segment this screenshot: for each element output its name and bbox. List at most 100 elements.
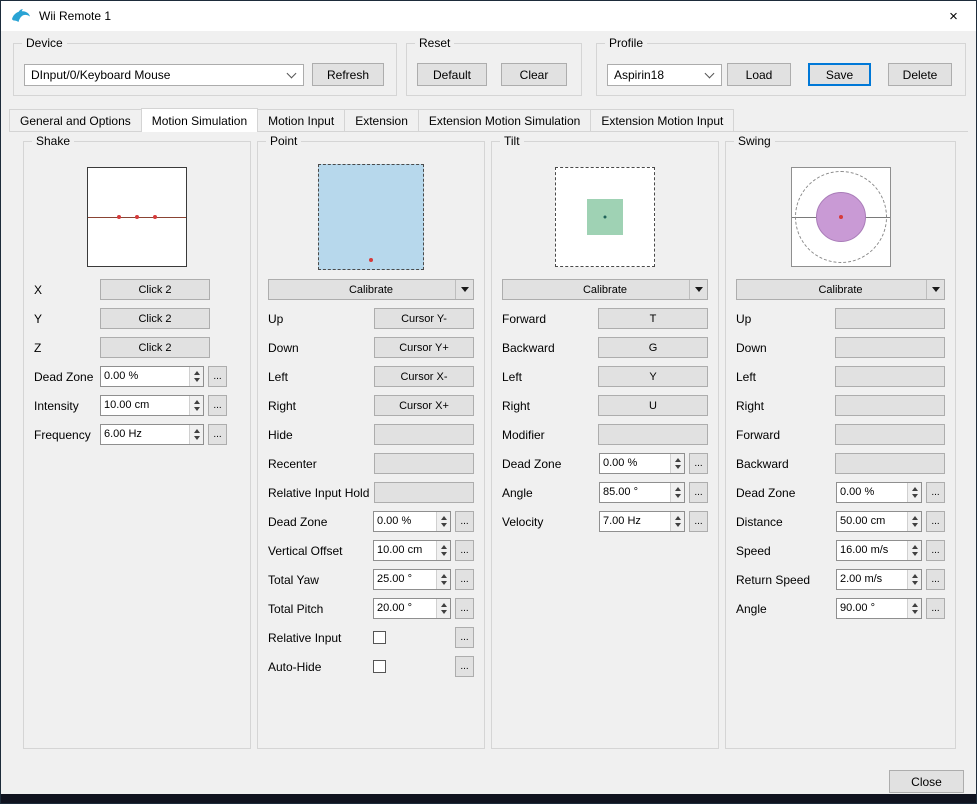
tab-extension-motion-input[interactable]: Extension Motion Input <box>590 109 735 132</box>
point-right-mapping-button[interactable]: Cursor X+ <box>374 395 474 416</box>
spinner-arrows[interactable] <box>907 599 921 618</box>
shake-frequency-spinbox[interactable]: 6.00 Hz <box>100 424 204 445</box>
spinner-arrows[interactable] <box>670 512 684 531</box>
spinner-arrows[interactable] <box>907 541 921 560</box>
point-total-yaw-advanced-button[interactable]: ... <box>455 569 474 590</box>
point-total-yaw-spinbox[interactable]: 25.00 ° <box>373 569 451 590</box>
close-window-button[interactable]: × <box>931 1 976 31</box>
spin-down-icon <box>674 523 681 528</box>
point-calibrate-button[interactable]: Calibrate <box>268 279 474 300</box>
calibrate-dropdown-arrow[interactable] <box>455 280 473 299</box>
swing-forward-mapping-button[interactable] <box>835 424 945 445</box>
swing-down-mapping-button[interactable] <box>835 337 945 358</box>
point-down-mapping-button[interactable]: Cursor Y+ <box>374 337 474 358</box>
spinner-arrows[interactable] <box>907 570 921 589</box>
swing-calibrate-button[interactable]: Calibrate <box>736 279 945 300</box>
spinner-arrows[interactable] <box>436 570 450 589</box>
swing-right-mapping-button[interactable] <box>835 395 945 416</box>
down-triangle-icon <box>460 287 469 292</box>
tilt-left-mapping-button[interactable]: Y <box>598 366 708 387</box>
spinner-arrows[interactable] <box>436 599 450 618</box>
tilt-backward-mapping-button[interactable]: G <box>598 337 708 358</box>
point-recenter-mapping-button[interactable] <box>374 453 474 474</box>
point-hide-mapping-button[interactable] <box>374 424 474 445</box>
spinner-arrows[interactable] <box>189 425 203 444</box>
auto-hide-checkbox[interactable] <box>373 660 386 673</box>
load-button[interactable]: Load <box>727 63 791 86</box>
relative-input-checkbox[interactable] <box>373 631 386 644</box>
point-total-pitch-advanced-button[interactable]: ... <box>455 598 474 619</box>
tilt-velocity-advanced-button[interactable]: ... <box>689 511 708 532</box>
swing-speed-spinbox[interactable]: 16.00 m/s <box>836 540 922 561</box>
swing-up-mapping-button[interactable] <box>835 308 945 329</box>
swing-right-label: Right <box>736 398 765 413</box>
delete-button[interactable]: Delete <box>888 63 952 86</box>
point-left-mapping-button[interactable]: Cursor X- <box>374 366 474 387</box>
tilt-angle-spinbox[interactable]: 85.00 ° <box>599 482 685 503</box>
swing-backward-mapping-button[interactable] <box>835 453 945 474</box>
tilt-angle-advanced-button[interactable]: ... <box>689 482 708 503</box>
profile-combo[interactable]: Aspirin18 <box>607 63 722 86</box>
shake-dead-zone-row: Dead Zone 0.00 %... <box>34 366 240 387</box>
save-button[interactable]: Save <box>808 63 871 86</box>
refresh-button[interactable]: Refresh <box>312 63 384 86</box>
spin-value: 50.00 cm <box>840 515 886 527</box>
point-up-mapping-button[interactable]: Cursor Y- <box>374 308 474 329</box>
spinner-arrows[interactable] <box>670 483 684 502</box>
swing-distance-spinbox[interactable]: 50.00 cm <box>836 511 922 532</box>
point-dead-zone-advanced-button[interactable]: ... <box>455 511 474 532</box>
swing-angle-advanced-button[interactable]: ... <box>926 598 945 619</box>
spinner-arrows[interactable] <box>189 396 203 415</box>
point-relative-input-hold-mapping-button[interactable] <box>374 482 474 503</box>
shake-z-mapping-button[interactable]: Click 2 <box>100 337 210 358</box>
tilt-forward-mapping-button[interactable]: T <box>598 308 708 329</box>
tilt-modifier-mapping-button[interactable] <box>598 424 708 445</box>
tab-extension-motion-simulation[interactable]: Extension Motion Simulation <box>417 109 592 132</box>
swing-distance-advanced-button[interactable]: ... <box>926 511 945 532</box>
spinner-arrows[interactable] <box>907 483 921 502</box>
swing-dead-zone-spinbox[interactable]: 0.00 % <box>836 482 922 503</box>
swing-return-speed-advanced-button[interactable]: ... <box>926 569 945 590</box>
tilt-calibrate-button[interactable]: Calibrate <box>502 279 708 300</box>
tilt-right-mapping-button[interactable]: U <box>598 395 708 416</box>
calibrate-dropdown-arrow[interactable] <box>926 280 944 299</box>
tab-extension[interactable]: Extension <box>344 109 419 132</box>
shake-x-mapping-button[interactable]: Click 2 <box>100 279 210 300</box>
shake-intensity-spinbox[interactable]: 10.00 cm <box>100 395 204 416</box>
swing-speed-advanced-button[interactable]: ... <box>926 540 945 561</box>
point-total-pitch-spinbox[interactable]: 20.00 ° <box>373 598 451 619</box>
spinner-arrows[interactable] <box>670 454 684 473</box>
shake-intensity-advanced-button[interactable]: ... <box>208 395 227 416</box>
swing-dead-zone-advanced-button[interactable]: ... <box>926 482 945 503</box>
spinner-arrows[interactable] <box>436 541 450 560</box>
point-vertical-offset-advanced-button[interactable]: ... <box>455 540 474 561</box>
swing-return-speed-spinbox[interactable]: 2.00 m/s <box>836 569 922 590</box>
tab-motion-input[interactable]: Motion Input <box>257 109 346 132</box>
clear-button[interactable]: Clear <box>501 63 567 86</box>
point-dead-zone-spinbox[interactable]: 0.00 % <box>373 511 451 532</box>
shake-dead-zone-spinbox[interactable]: 0.00 % <box>100 366 204 387</box>
shake-frequency-advanced-button[interactable]: ... <box>208 424 227 445</box>
tab-motion-simulation[interactable]: Motion Simulation <box>140 108 259 132</box>
default-button[interactable]: Default <box>417 63 487 86</box>
spinner-arrows[interactable] <box>436 512 450 531</box>
point-relative-input-advanced-button[interactable]: ... <box>455 627 474 648</box>
point-right-label: Right <box>268 398 297 413</box>
tilt-dead-zone-spinbox[interactable]: 0.00 % <box>599 453 685 474</box>
spinner-arrows[interactable] <box>907 512 921 531</box>
tab-general-and-options[interactable]: General and Options <box>9 109 142 132</box>
spinner-arrows[interactable] <box>189 367 203 386</box>
close-button[interactable]: Close <box>889 770 964 793</box>
shake-dead-zone-advanced-button[interactable]: ... <box>208 366 227 387</box>
tilt-dead-zone-advanced-button[interactable]: ... <box>689 453 708 474</box>
point-vertical-offset-spinbox[interactable]: 10.00 cm <box>373 540 451 561</box>
shake-indicator-box <box>87 166 187 267</box>
point-auto-hide-advanced-button[interactable]: ... <box>455 656 474 677</box>
swing-angle-spinbox[interactable]: 90.00 ° <box>836 598 922 619</box>
swing-left-mapping-button[interactable] <box>835 366 945 387</box>
shake-y-mapping-button[interactable]: Click 2 <box>100 308 210 329</box>
calibrate-dropdown-arrow[interactable] <box>689 280 707 299</box>
spin-down-icon <box>193 378 200 383</box>
device-combo[interactable]: DInput/0/Keyboard Mouse <box>24 63 304 86</box>
tilt-velocity-spinbox[interactable]: 7.00 Hz <box>599 511 685 532</box>
